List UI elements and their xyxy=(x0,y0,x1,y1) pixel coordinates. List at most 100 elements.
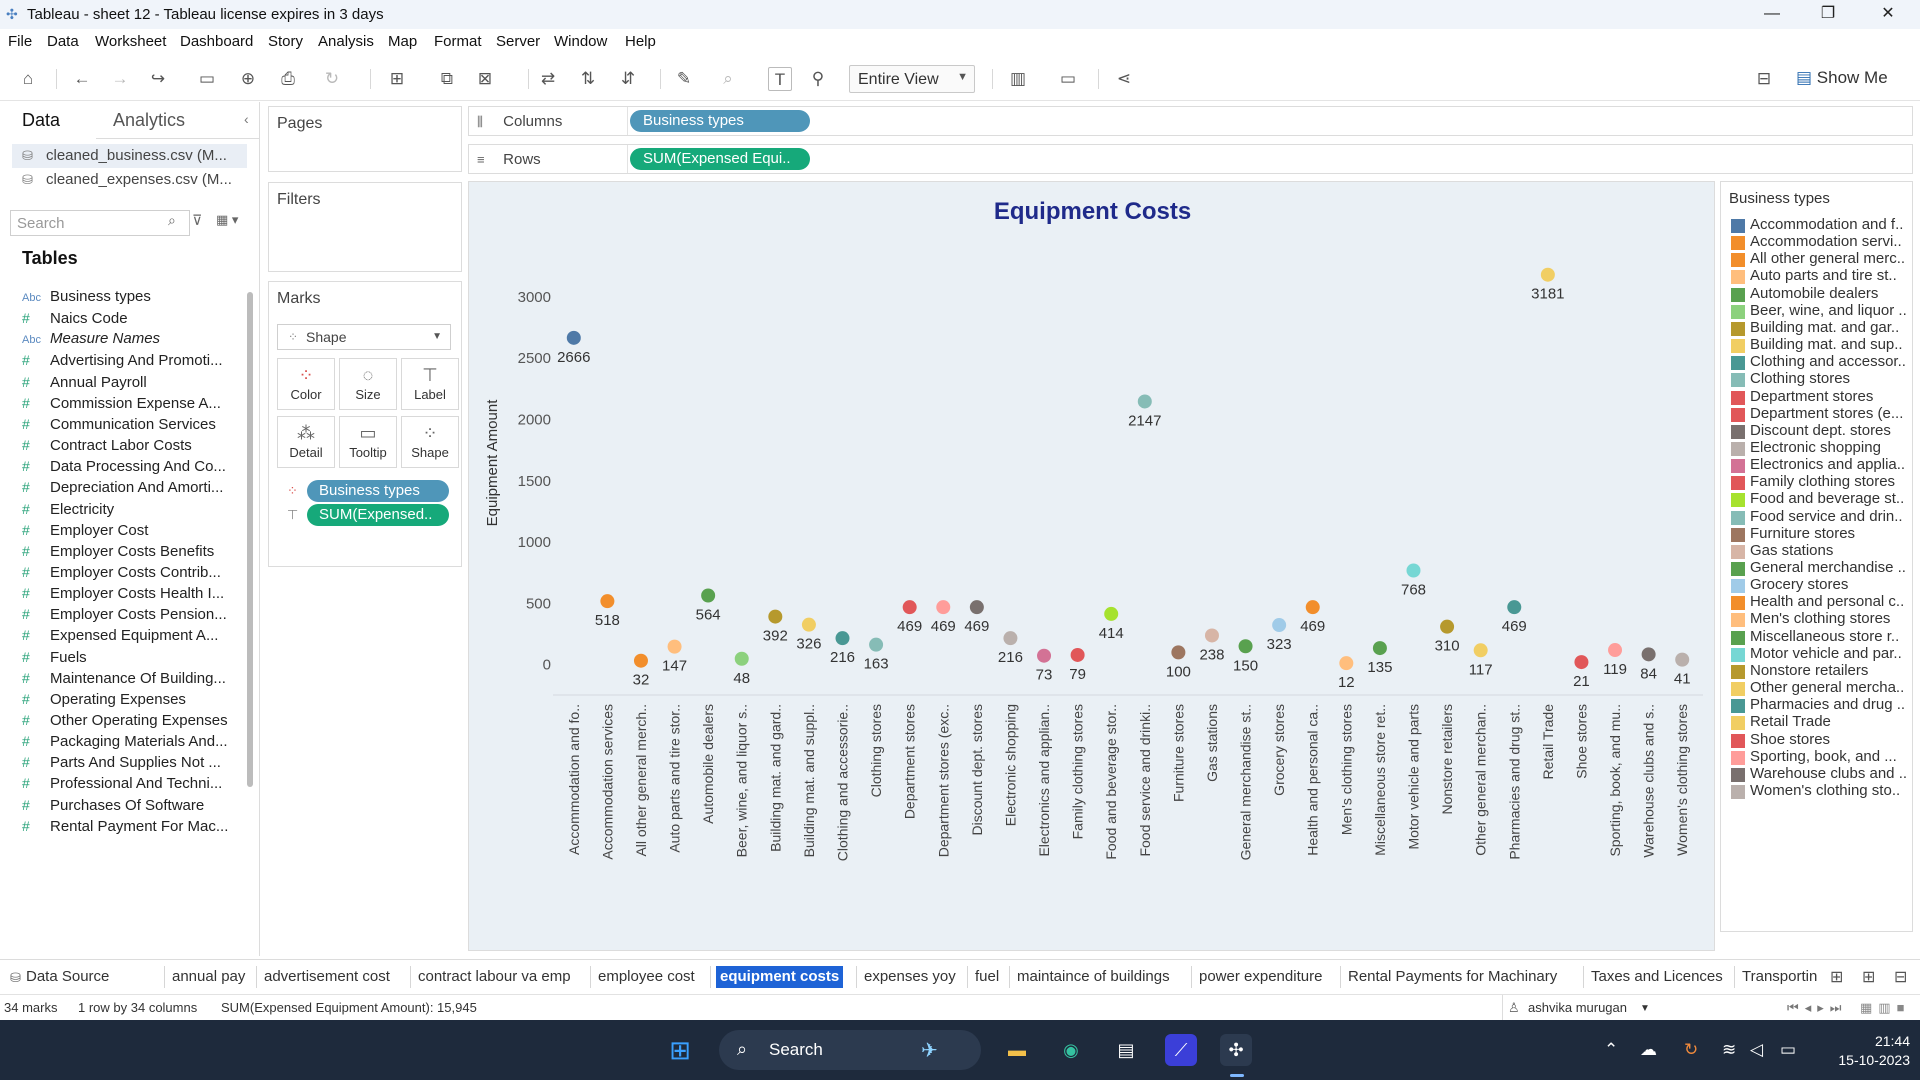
data-point[interactable] xyxy=(1070,647,1085,662)
rows-pill[interactable]: SUM(Expensed Equi.. xyxy=(630,148,810,170)
detail-button[interactable]: ⁂ Detail xyxy=(277,416,335,468)
field-item[interactable]: # Rental Payment For Mac... xyxy=(18,814,238,838)
datasource-item-business[interactable]: ⛁ cleaned_business.csv (M... xyxy=(12,144,247,168)
data-point[interactable] xyxy=(1037,648,1052,663)
label-pill[interactable]: SUM(Expensed.. xyxy=(307,504,449,526)
new-worksheet-tab-icon[interactable]: ⊞ xyxy=(1830,967,1843,987)
data-point[interactable] xyxy=(1104,606,1119,621)
columns-pill[interactable]: Business types xyxy=(630,110,810,132)
sheet-tab[interactable]: annual pay xyxy=(170,966,247,988)
clear-sheet-icon[interactable]: ⊠ xyxy=(473,67,497,91)
sheet-view-icon[interactable]: ▦▥■ xyxy=(1860,1000,1910,1016)
data-point[interactable] xyxy=(1641,647,1656,662)
rows-shelf[interactable]: ≡ Rows SUM(Expensed Equi.. xyxy=(468,144,1913,174)
tab-analytics[interactable]: Analytics xyxy=(113,110,185,131)
data-point[interactable] xyxy=(667,639,682,654)
undo-icon[interactable]: ← xyxy=(70,67,94,91)
fit-dropdown[interactable]: Entire View ▼ xyxy=(849,65,975,93)
sheet-tab[interactable]: maintaince of buildings xyxy=(1015,966,1172,988)
data-point[interactable] xyxy=(1406,563,1421,578)
menu-worksheet[interactable]: Worksheet xyxy=(95,33,166,50)
microsoft-store-icon[interactable]: ▤ xyxy=(1110,1034,1142,1066)
data-point[interactable] xyxy=(701,588,716,603)
filter-icon[interactable]: ⊽ xyxy=(192,212,202,229)
tooltip-button[interactable]: ▭ Tooltip xyxy=(339,416,397,468)
windows-start-icon[interactable]: ⊞ xyxy=(664,1034,696,1066)
new-dashboard-tab-icon[interactable]: ⊞ xyxy=(1862,967,1875,987)
search-icon[interactable]: ⌕ xyxy=(168,212,176,229)
scatter-chart[interactable]: Equipment Amount 0 500 1000 1500 2000 2500 3000… xyxy=(469,182,1714,950)
sheet-tab[interactable]: Transportin xyxy=(1740,966,1819,988)
tray-chevron-icon[interactable]: ⌃ xyxy=(1604,1040,1618,1060)
data-point[interactable] xyxy=(1305,600,1320,615)
data-point[interactable] xyxy=(633,653,648,668)
size-button[interactable]: ◌ Size xyxy=(339,358,397,410)
taskbar-search[interactable]: ⌕ Search ✈ xyxy=(719,1030,981,1070)
replay-icon[interactable]: ↪ xyxy=(146,67,170,91)
data-point[interactable] xyxy=(902,600,917,615)
data-point[interactable] xyxy=(869,637,884,652)
duplicate-icon[interactable]: ⧉ xyxy=(435,67,459,91)
filters-card[interactable]: Filters xyxy=(268,182,462,272)
sheet-tab[interactable]: advertisement cost xyxy=(262,966,392,988)
color-legend[interactable]: Business types Accommodation and f.. Acco… xyxy=(1720,181,1913,932)
menu-data[interactable]: Data xyxy=(47,33,79,50)
color-pill[interactable]: Business types xyxy=(307,480,449,502)
new-story-tab-icon[interactable]: ⊟ xyxy=(1894,967,1907,987)
menu-window[interactable]: Window xyxy=(554,33,607,50)
data-point[interactable] xyxy=(969,600,984,615)
new-datasource-icon[interactable]: ⊕ xyxy=(236,67,260,91)
menu-file[interactable]: File xyxy=(8,33,32,50)
show-me-button[interactable]: ▤ Show Me xyxy=(1796,68,1888,88)
share-icon[interactable]: ⋖ xyxy=(1112,67,1136,91)
pause-updates-icon[interactable]: ⎙ xyxy=(276,67,300,91)
sheet-tab[interactable]: Data Source xyxy=(24,966,111,988)
data-point[interactable] xyxy=(1507,600,1522,615)
data-point[interactable] xyxy=(1238,639,1253,654)
swap-rows-columns-icon[interactable]: ⇄ xyxy=(536,67,560,91)
sheet-navigation-icon[interactable]: ⏮◂▸⏭ xyxy=(1787,1000,1847,1016)
data-point[interactable] xyxy=(768,609,783,624)
shape-button[interactable]: ⁘ Shape xyxy=(401,416,459,468)
data-point[interactable] xyxy=(835,631,850,646)
show-cards-icon[interactable]: ▥ xyxy=(1006,67,1030,91)
data-point[interactable] xyxy=(1339,656,1354,671)
sort-descending-icon[interactable]: ⇵ xyxy=(616,67,640,91)
data-point[interactable] xyxy=(1675,652,1690,667)
sheet-tab[interactable]: Taxes and Licences xyxy=(1589,966,1725,988)
menu-story[interactable]: Story xyxy=(268,33,303,50)
presentation-mode-icon[interactable]: ▭ xyxy=(1056,67,1080,91)
cloud-icon[interactable]: ☁ xyxy=(1640,1040,1657,1060)
redo-icon[interactable]: → xyxy=(108,67,132,91)
battery-icon[interactable]: ▭ xyxy=(1780,1040,1796,1060)
pages-card[interactable]: Pages xyxy=(268,106,462,172)
data-point[interactable] xyxy=(801,617,816,632)
user-name[interactable]: ashvika murugan xyxy=(1528,1000,1627,1015)
menu-dashboard[interactable]: Dashboard xyxy=(180,33,253,50)
sort-ascending-icon[interactable]: ⇅ xyxy=(576,67,600,91)
tableau-taskbar-icon[interactable]: ✣ xyxy=(1220,1034,1252,1066)
tab-data[interactable]: Data xyxy=(22,110,60,131)
fix-axes-icon[interactable]: ⚲ xyxy=(806,67,830,91)
color-button[interactable]: ⁘ Color xyxy=(277,358,335,410)
data-point[interactable] xyxy=(566,330,581,345)
power-automate-icon[interactable]: ⟋ xyxy=(1165,1034,1197,1066)
data-point[interactable] xyxy=(1003,631,1018,646)
minimize-button[interactable]: — xyxy=(1744,0,1800,29)
volume-icon[interactable]: ◁ xyxy=(1750,1040,1763,1060)
user-chevron-icon[interactable]: ▼ xyxy=(1640,1003,1650,1014)
data-point[interactable] xyxy=(1272,618,1287,633)
close-button[interactable]: ✕ xyxy=(1860,0,1916,29)
menu-format[interactable]: Format xyxy=(434,33,482,50)
home-icon[interactable]: ⌂ xyxy=(16,67,40,91)
wifi-icon[interactable]: ≋ xyxy=(1722,1040,1736,1060)
fields-scrollbar[interactable] xyxy=(247,292,253,787)
sheet-tab[interactable]: employee cost xyxy=(596,966,697,988)
sheet-tab[interactable]: equipment costs xyxy=(716,966,844,988)
edge-browser-icon[interactable]: ◉ xyxy=(1055,1034,1087,1066)
datasource-item-expenses[interactable]: ⛁ cleaned_expenses.csv (M... xyxy=(12,168,247,192)
file-explorer-icon[interactable]: ▬ xyxy=(1001,1034,1033,1066)
label-button[interactable]: ⊤ Label xyxy=(401,358,459,410)
menu-server[interactable]: Server xyxy=(496,33,540,50)
data-point[interactable] xyxy=(1171,645,1186,660)
